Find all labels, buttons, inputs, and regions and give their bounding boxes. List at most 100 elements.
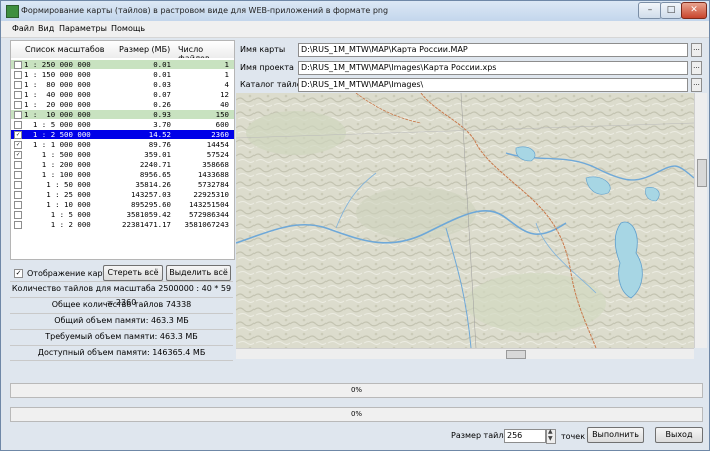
scales-table-header: Список масштабов Размер (МБ) Число файло… xyxy=(10,40,235,63)
scale-value: 1 : 200 000 xyxy=(24,160,91,169)
header-scale-list[interactable]: Список масштабов xyxy=(25,45,104,54)
run-button[interactable]: Выполнить xyxy=(587,427,644,443)
menu-parameters[interactable]: Параметры xyxy=(59,24,107,33)
minimize-icon: – xyxy=(647,5,653,15)
scale-row[interactable]: 1 : 5 000 000 3.70 600 xyxy=(11,120,234,129)
size-mb-value: 895295.60 xyxy=(130,200,171,209)
show-map-checkbox[interactable]: ✓ xyxy=(14,269,23,278)
size-mb-value: 0.03 xyxy=(153,80,171,89)
file-count-value: 600 xyxy=(215,120,229,129)
map-browse-button[interactable]: ... xyxy=(691,43,702,57)
scale-row[interactable]: 1 : 25 000 143257.03 22925310 xyxy=(11,190,234,199)
file-count-value: 3581067243 xyxy=(184,220,230,229)
project-name-label: Имя проекта xyxy=(240,63,294,72)
scale-row[interactable]: 1 : 10 000 000 0.93 150 xyxy=(11,110,234,119)
scale-checkbox[interactable]: ✓ xyxy=(14,141,22,149)
tile-size-input[interactable]: 256 xyxy=(504,429,546,443)
size-mb-value: 3581059.42 xyxy=(126,210,172,219)
maximize-icon: □ xyxy=(666,5,676,15)
maximize-button[interactable]: □ xyxy=(660,2,682,19)
scale-row[interactable]: 1 : 50 000 35814.26 5732784 xyxy=(11,180,234,189)
scale-checkbox[interactable] xyxy=(14,201,22,209)
file-count-value: 5732784 xyxy=(197,180,229,189)
menu-view[interactable]: Вид xyxy=(38,24,54,33)
scale-checkbox[interactable] xyxy=(14,121,22,129)
scale-value: 1 : 10 000 000 xyxy=(24,110,91,119)
catalog-browse-button[interactable]: ... xyxy=(691,78,702,92)
map-name-field[interactable]: D:\RUS_1M_MTW\MAP\Карта России.MAP xyxy=(298,43,688,57)
scale-row[interactable]: 1 : 100 000 8956.65 1433688 xyxy=(11,170,234,179)
scale-checkbox[interactable]: ✓ xyxy=(14,151,22,159)
menu-bar: Файл Вид Параметры Помощь xyxy=(1,21,709,38)
project-browse-button[interactable]: ... xyxy=(691,61,702,75)
size-mb-value: 359.01 xyxy=(144,150,171,159)
scales-table[interactable]: 1 : 250 000 000 0.01 1 1 : 150 000 000 0.01 1… xyxy=(10,58,235,260)
select-all-button[interactable]: Выделить всё xyxy=(166,265,231,281)
tile-size-spinner[interactable]: ▲ ▼ xyxy=(546,428,556,444)
scale-row[interactable]: 1 : 10 000 895295.60 143251504 xyxy=(11,200,234,209)
minimize-button[interactable]: – xyxy=(638,2,662,19)
scale-value: 1 : 50 000 xyxy=(24,180,91,189)
scale-checkbox[interactable]: ✓ xyxy=(14,131,22,139)
scale-row[interactable]: 1 : 150 000 000 0.01 1 xyxy=(11,70,234,79)
scale-checkbox[interactable] xyxy=(14,221,22,229)
file-count-value: 4 xyxy=(224,80,229,89)
scale-row[interactable]: ✓ 1 : 500 000 359.01 57524 xyxy=(11,150,234,159)
scale-value: 1 : 1 000 000 xyxy=(24,140,91,149)
scale-row[interactable]: 1 : 200 000 2240.71 358668 xyxy=(11,160,234,169)
scale-checkbox[interactable] xyxy=(14,111,22,119)
size-mb-value: 0.01 xyxy=(153,70,171,79)
clear-all-button[interactable]: Стереть всё xyxy=(103,265,163,281)
points-label: точек xyxy=(561,432,586,441)
scale-row[interactable]: 1 : 20 000 000 0.26 40 xyxy=(11,100,234,109)
scale-checkbox[interactable] xyxy=(14,81,22,89)
file-count-value: 358668 xyxy=(202,160,229,169)
menu-file[interactable]: Файл xyxy=(12,24,34,33)
scale-row[interactable]: 1 : 80 000 000 0.03 4 xyxy=(11,80,234,89)
scale-checkbox[interactable] xyxy=(14,71,22,79)
header-size-mb[interactable]: Размер (МБ) xyxy=(119,45,170,54)
scale-row[interactable]: ✓ 1 : 1 000 000 89.76 14454 xyxy=(11,140,234,149)
horizontal-scroll-thumb[interactable] xyxy=(506,350,526,359)
vertical-scroll-thumb[interactable] xyxy=(697,159,707,187)
exit-button[interactable]: Выход xyxy=(655,427,703,443)
close-button[interactable]: ✕ xyxy=(681,2,707,19)
scale-value: 1 : 2 500 000 xyxy=(24,130,91,139)
scale-checkbox[interactable] xyxy=(14,191,22,199)
scale-row[interactable]: 1 : 250 000 000 0.01 1 xyxy=(11,60,234,69)
scale-checkbox[interactable] xyxy=(14,61,22,69)
map-vertical-scrollbar[interactable] xyxy=(694,93,707,348)
scale-row[interactable]: ✓ 1 : 2 500 000 14.52 2360 xyxy=(11,130,234,139)
window-title: Формирование карты (тайлов) в растровом … xyxy=(21,6,389,15)
scale-value: 1 : 5 000 000 xyxy=(24,120,91,129)
menu-help[interactable]: Помощь xyxy=(111,24,145,33)
scale-value: 1 : 20 000 000 xyxy=(24,100,91,109)
scale-row[interactable]: 1 : 2 000 22381471.17 3581067243 xyxy=(11,220,234,229)
app-icon xyxy=(6,5,19,18)
spin-down-icon[interactable]: ▼ xyxy=(548,435,553,442)
scale-checkbox[interactable] xyxy=(14,161,22,169)
map-view[interactable] xyxy=(236,93,694,348)
project-name-field[interactable]: D:\RUS_1M_MTW\MAP\Images\Карта России.xp… xyxy=(298,61,688,75)
tile-catalog-field[interactable]: D:\RUS_1M_MTW\MAP\Images\ xyxy=(298,78,688,92)
scale-checkbox[interactable] xyxy=(14,101,22,109)
map-name-label: Имя карты xyxy=(240,45,286,54)
total-tiles-text: Общее количество тайлов 74338 xyxy=(10,297,233,312)
scale-checkbox[interactable] xyxy=(14,91,22,99)
scale-row[interactable]: 1 : 40 000 000 0.07 12 xyxy=(11,90,234,99)
scale-value: 1 : 500 000 xyxy=(24,150,91,159)
map-horizontal-scrollbar[interactable] xyxy=(236,348,694,359)
spin-up-icon[interactable]: ▲ xyxy=(548,428,553,435)
scale-checkbox[interactable] xyxy=(14,211,22,219)
available-memory-text: Доступный объем памяти: 146365.4 МБ xyxy=(10,345,233,361)
file-count-value: 143251504 xyxy=(188,200,229,209)
file-count-value: 1 xyxy=(224,60,229,69)
file-count-value: 14454 xyxy=(206,140,229,149)
main-window: Формирование карты (тайлов) в растровом … xyxy=(0,0,710,451)
scale-value: 1 : 25 000 xyxy=(24,190,91,199)
size-mb-value: 3.70 xyxy=(153,120,171,129)
size-mb-value: 89.76 xyxy=(148,140,171,149)
scale-row[interactable]: 1 : 5 000 3581059.42 572986344 xyxy=(11,210,234,219)
scale-checkbox[interactable] xyxy=(14,181,22,189)
scale-checkbox[interactable] xyxy=(14,171,22,179)
